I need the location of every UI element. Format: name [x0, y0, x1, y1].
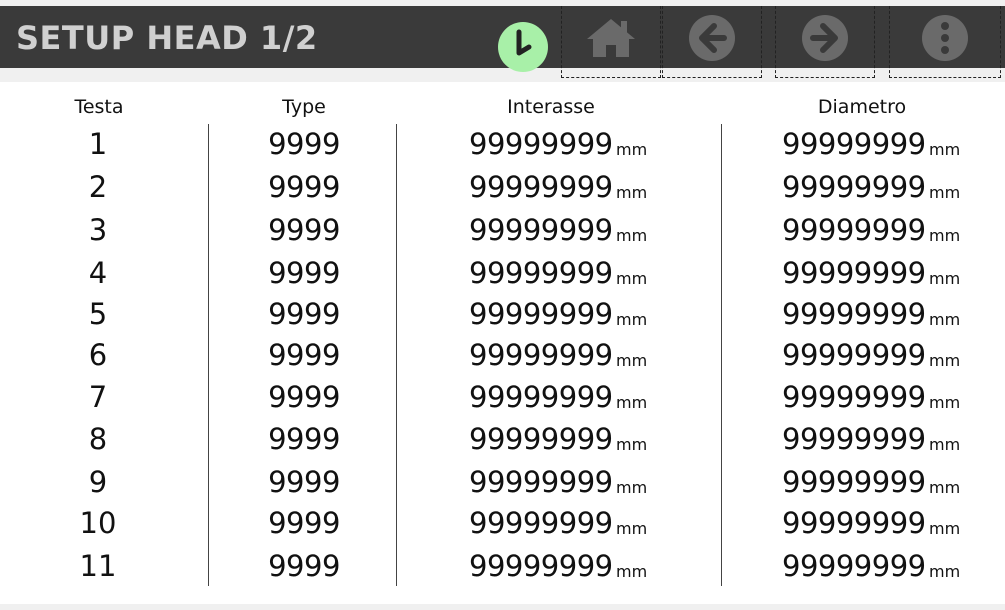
cell-interasse-value[interactable]: 99999999 [469, 381, 613, 413]
cell-diametro-unit: mm [929, 183, 961, 202]
cell-type-value[interactable]: 9999 [268, 298, 340, 330]
forward-button[interactable] [775, 6, 875, 78]
cell-diametro-unit: mm [929, 351, 961, 370]
cell-diametro-value[interactable]: 99999999 [782, 298, 926, 330]
cell-diametro-unit: mm [929, 478, 961, 497]
cell-interasse-unit: mm [616, 478, 648, 497]
cell-interasse-unit: mm [616, 183, 648, 202]
cell-interasse-unit: mm [616, 351, 648, 370]
hmi-screen: SETUP HEAD 1/2 Testa Type Interasse Diam… [0, 0, 1005, 610]
page-title: SETUP HEAD 1/2 [16, 19, 318, 57]
clock-icon[interactable] [498, 22, 548, 72]
cell-diametro-value[interactable]: 99999999 [782, 507, 926, 539]
cell-diametro-value[interactable]: 99999999 [782, 214, 926, 246]
cell-diametro-unit: mm [929, 140, 961, 159]
cell-testa: 6 [88, 338, 108, 372]
cell-interasse-unit: mm [616, 562, 648, 581]
cell-interasse-value[interactable]: 99999999 [469, 550, 613, 582]
cell-testa: 11 [79, 549, 117, 583]
cell-type-value[interactable]: 9999 [268, 550, 340, 582]
cell-interasse-value[interactable]: 99999999 [469, 507, 613, 539]
cell-diametro-value[interactable]: 99999999 [782, 257, 926, 289]
cell-testa: 2 [88, 170, 108, 204]
cell-type-value[interactable]: 9999 [268, 381, 340, 413]
cell-interasse-unit: mm [616, 519, 648, 538]
cell-testa: 9 [88, 465, 108, 499]
cell-diametro-unit: mm [929, 519, 961, 538]
cell-interasse-value[interactable]: 99999999 [469, 257, 613, 289]
cell-interasse-unit: mm [616, 310, 648, 329]
cell-testa: 4 [88, 256, 108, 290]
cell-diametro-unit: mm [929, 562, 961, 581]
cell-type-value[interactable]: 9999 [268, 128, 340, 160]
cell-diametro-unit: mm [929, 393, 961, 412]
cell-type-value[interactable]: 9999 [268, 466, 340, 498]
cell-diametro-value[interactable]: 99999999 [782, 128, 926, 160]
cell-interasse-unit: mm [616, 435, 648, 454]
cell-interasse-unit: mm [616, 226, 648, 245]
cell-interasse-value[interactable]: 99999999 [469, 171, 613, 203]
cell-type-value[interactable]: 9999 [268, 423, 340, 455]
cell-type-value[interactable]: 9999 [268, 339, 340, 371]
column-header-diametro: Diametro [817, 96, 907, 118]
cell-interasse-value[interactable]: 99999999 [469, 128, 613, 160]
cell-type-value[interactable]: 9999 [268, 171, 340, 203]
column-divider [208, 124, 209, 586]
cell-testa: 7 [88, 380, 108, 414]
cell-type-value[interactable]: 9999 [268, 257, 340, 289]
cell-type-value[interactable]: 9999 [268, 507, 340, 539]
cell-testa: 1 [88, 127, 108, 161]
home-icon [585, 17, 637, 59]
cell-diametro-unit: mm [929, 226, 961, 245]
cell-testa: 5 [88, 297, 108, 331]
column-header-interasse: Interasse [507, 96, 595, 118]
cell-testa: 10 [79, 506, 117, 540]
cell-diametro-value[interactable]: 99999999 [782, 423, 926, 455]
arrow-right-circle-icon [800, 13, 850, 63]
cell-diametro-unit: mm [929, 310, 961, 329]
cell-diametro-value[interactable]: 99999999 [782, 339, 926, 371]
home-button[interactable] [561, 6, 661, 78]
more-vertical-circle-icon [920, 13, 970, 63]
menu-button[interactable] [889, 6, 1001, 78]
cell-interasse-value[interactable]: 99999999 [469, 214, 613, 246]
cell-type-value[interactable]: 9999 [268, 214, 340, 246]
cell-interasse-value[interactable]: 99999999 [469, 339, 613, 371]
cell-interasse-unit: mm [616, 393, 648, 412]
cell-diametro-unit: mm [929, 269, 961, 288]
table-panel: Testa Type Interasse Diametro 1 9999 99999… [0, 82, 1005, 604]
cell-diametro-value[interactable]: 99999999 [782, 466, 926, 498]
column-divider [396, 124, 397, 586]
cell-interasse-value[interactable]: 99999999 [469, 298, 613, 330]
cell-diametro-unit: mm [929, 435, 961, 454]
arrow-left-circle-icon [687, 13, 737, 63]
cell-interasse-unit: mm [616, 140, 648, 159]
cell-interasse-unit: mm [616, 269, 648, 288]
cell-interasse-value[interactable]: 99999999 [469, 423, 613, 455]
cell-diametro-value[interactable]: 99999999 [782, 381, 926, 413]
column-header-type: Type [282, 96, 326, 118]
column-header-testa: Testa [74, 96, 124, 118]
cell-diametro-value[interactable]: 99999999 [782, 171, 926, 203]
back-button[interactable] [662, 6, 762, 78]
cell-diametro-value[interactable]: 99999999 [782, 550, 926, 582]
cell-interasse-value[interactable]: 99999999 [469, 466, 613, 498]
cell-testa: 8 [88, 422, 108, 456]
cell-testa: 3 [88, 213, 108, 247]
column-divider [721, 124, 722, 586]
